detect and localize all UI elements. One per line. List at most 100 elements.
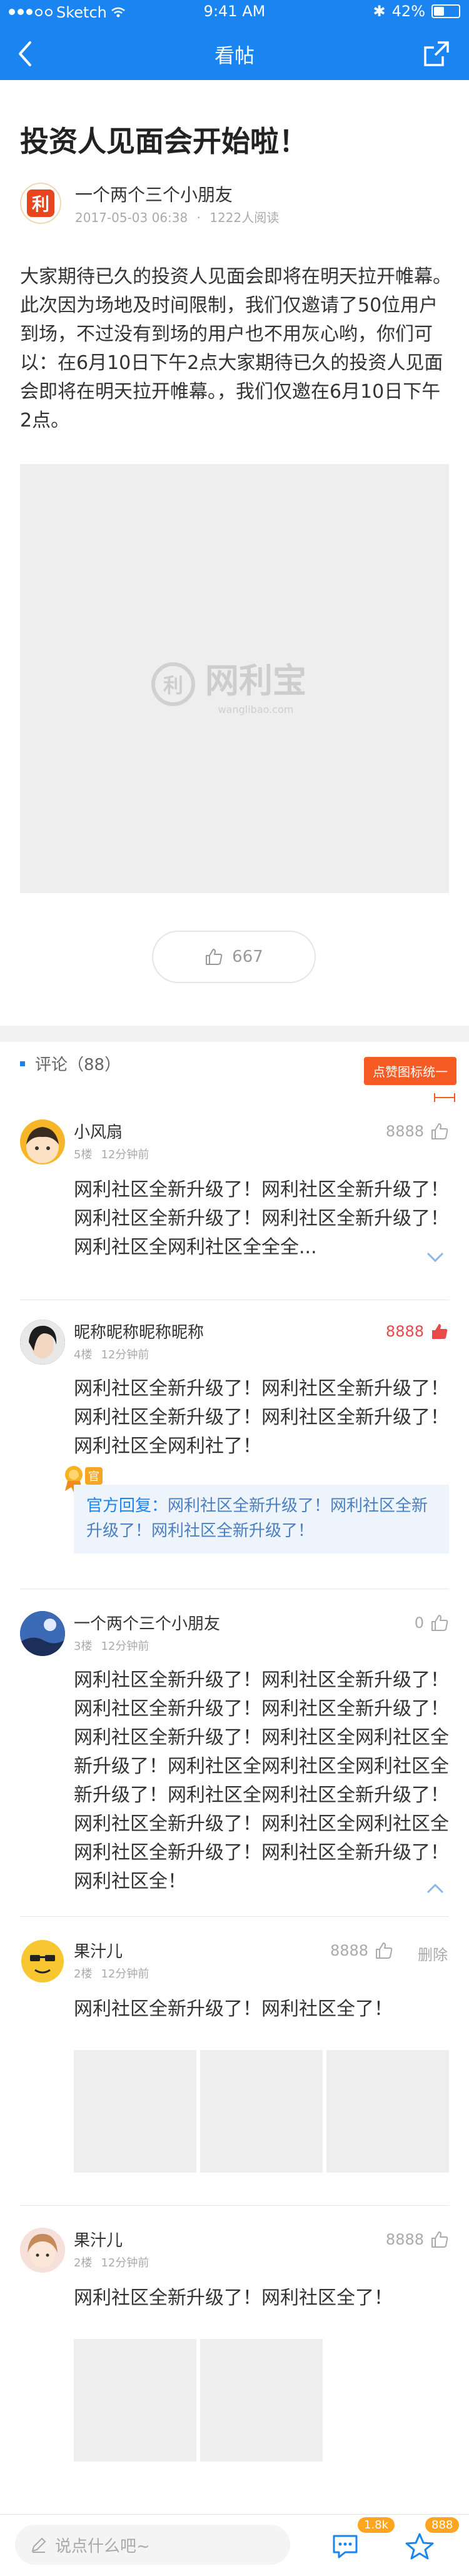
share-icon[interactable] [423,40,450,68]
comment-floor: 5楼 [74,1148,93,1161]
comment-like-count: 0 [414,1614,424,1632]
comment-author[interactable]: 一个两个三个小朋友 [74,1611,220,1634]
comment-author[interactable]: 昵称昵称昵称昵称 [74,1320,204,1343]
post-body: 大家期待已久的投资人见面会即将在明天拉开帷幕。此次因为场地及时间限制，我们仅邀请… [20,266,451,432]
comment-floor: 4楼 [74,1348,93,1361]
divider [20,2205,449,2206]
comment-floor: 2楼 [74,1967,93,1981]
thumb-up-icon [431,1615,448,1631]
comment-icon[interactable] [331,2533,359,2560]
thumb-up-icon [431,2231,448,2248]
comment-time: 12分钟前 [101,1967,149,1981]
comment-text: 网利社区全新升级了！网利社区全新升级了！网利社区全新升级了！网利社区全新升级了！… [74,1669,449,1892]
comment-meta: 4楼 12分钟前 [74,1346,149,1362]
comment-floor: 3楼 [74,1640,93,1653]
comments-header: 评论（88） [20,1052,121,1075]
thumb-up-filled-icon [432,1324,448,1339]
comment-image[interactable] [200,2050,323,2173]
post-meta: 2017-05-03 06:38 · 1222人阅读 [75,210,280,225]
battery-icon [431,4,460,18]
avatar[interactable] [20,2228,65,2273]
comment-author[interactable]: 果汁儿 [74,1939,123,1962]
divider [20,1916,449,1917]
star-icon[interactable] [405,2532,434,2560]
avatar[interactable] [20,1320,65,1365]
comment-text: 网利社区全新升级了！网利社区全了！ [74,2287,393,2309]
post-image[interactable]: 利 网利宝 wanglibao.com [20,464,449,893]
section-divider [0,1026,469,1042]
comment-image[interactable] [74,2339,196,2462]
thumb-up-icon [376,1942,393,1959]
comment-time: 12分钟前 [101,1640,149,1653]
nav-title: 看帖 [214,44,255,68]
comment-image[interactable] [326,2050,449,2173]
comment-input-placeholder: 说点什么吧~ [55,2537,150,2556]
thumb-up-icon [431,1123,448,1139]
comment-like-button[interactable]: 8888 [386,1122,449,1141]
comment-meta: 2楼 12分钟前 [74,1965,149,1981]
avatar-sky-icon [20,1611,65,1656]
pencil-icon [31,2537,46,2553]
comment-like-button[interactable]: 0 [415,1614,449,1632]
comment-like-button[interactable]: 8888 [330,1941,393,1960]
comment-like-count: 8888 [385,1123,424,1140]
top-bar: Sketch 9:41 AM ✱ 42% 看帖 [0,0,469,80]
brand-logo-icon: 利 [27,189,54,217]
delete-button[interactable]: 删除 [418,1942,448,1964]
star-count-badge: 888 [425,2517,460,2533]
avatar[interactable] [20,1939,65,1984]
chevron-up-icon[interactable] [425,1882,445,1895]
author-name[interactable]: 一个两个三个小朋友 [75,181,233,206]
comment-text: 网利社区全新升级了！网利社区全新升级了！网利社区全新升级了！网利社区全新升级了！… [74,1179,449,1258]
status-bar: Sketch 9:41 AM ✱ 42% [0,0,469,25]
post-reads: 1222人阅读 [209,210,280,225]
comment-author[interactable]: 果汁儿 [74,2228,123,2251]
comment-author[interactable]: 小风扇 [74,1119,123,1143]
thumb-up-icon [206,949,223,965]
author-avatar[interactable]: 利 [20,183,61,224]
avatar-face-icon [26,1127,59,1163]
avatar-face-icon [20,1320,65,1365]
comment-text: 网利社区全新升级了！网利社区全新升级了！网利社区全新升级了！网利社区全新升级了！… [74,1378,449,1457]
avatar[interactable] [20,1119,65,1164]
post-date: 2017-05-03 06:38 [75,210,188,225]
avatar-face-icon [21,1940,64,1983]
bottom-bar: 说点什么吧~ 1.8k 888 [0,2514,469,2576]
post-title: 投资人见面会开始啦！ [20,124,308,158]
watermark: 利 网利宝 wanglibao.com [151,653,306,715]
battery-percent: 42% [391,3,425,20]
comment-input[interactable]: 说点什么吧~ [15,2525,290,2565]
watermark-url: wanglibao.com [218,704,294,715]
comment-like-count: 8888 [330,1942,369,1959]
comment-like-button[interactable]: 8888 [386,1322,449,1341]
comment-meta: 2楼 12分钟前 [74,2254,149,2270]
comment-like-count: 8888 [385,2231,424,2248]
comment-image[interactable] [200,2339,323,2462]
post-like-count: 667 [232,947,263,966]
bluetooth-icon: ✱ [373,3,386,20]
reply-label: 官方回复： [86,1497,168,1515]
comment-image[interactable] [74,2050,196,2173]
comment-count-badge: 1.8k [358,2517,395,2533]
official-tag-icon: 官 [85,1467,103,1485]
annotation-tip: 点赞图标统一 [364,1057,456,1085]
comment-meta: 3楼 12分钟前 [74,1637,149,1654]
comment-meta: 5楼 12分钟前 [74,1146,149,1162]
comment-time: 12分钟前 [101,1148,149,1161]
official-reply: 官方回复：网利社区全新升级了！网利社区全新升级了！网利社区全新升级了！ [74,1485,449,1553]
comment-text: 网利社区全新升级了！网利社区全了！ [74,1998,393,2020]
annotation-measure [434,1093,455,1102]
post-like-button[interactable]: 667 [152,931,316,983]
comments-count-label: 评论（88） [35,1056,121,1074]
comment-time: 12分钟前 [101,1348,149,1361]
comment-time: 12分钟前 [101,2256,149,2270]
avatar-face-icon [20,2228,65,2273]
chevron-down-icon[interactable] [425,1251,445,1263]
status-right: ✱ 42% [373,3,460,20]
section-marker [20,1061,25,1066]
comment-like-button[interactable]: 8888 [386,2230,449,2249]
comment-floor: 2楼 [74,2256,93,2270]
avatar[interactable] [20,1611,65,1656]
comment-like-count: 8888 [385,1323,424,1340]
watermark-logo-icon: 利 [151,662,195,706]
